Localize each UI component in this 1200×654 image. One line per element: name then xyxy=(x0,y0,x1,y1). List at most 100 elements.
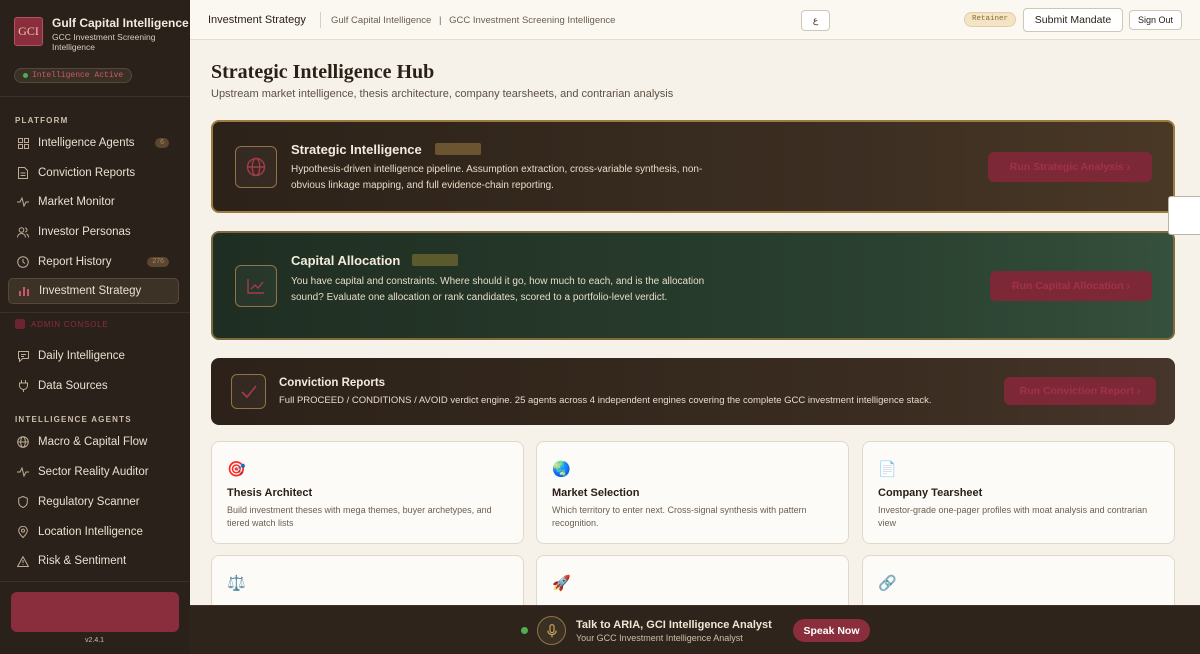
run-strategic-analysis-button[interactable]: Run Strategic Analysis › xyxy=(988,152,1152,182)
brand-name: Gulf Capital Intelligence xyxy=(52,16,189,30)
tool-card[interactable]: ⚖️ xyxy=(211,555,524,605)
sidebar-item-report-history[interactable]: Report History 276 xyxy=(8,249,179,275)
sidebar-divider xyxy=(0,312,190,313)
hero-description: Full PROCEED / CONDITIONS / AVOID verdic… xyxy=(279,395,932,406)
hero-description: Hypothesis-driven intelligence pipeline.… xyxy=(291,164,703,191)
globe-icon: 🌏 xyxy=(552,461,571,478)
sidebar-item-intelligence-agents[interactable]: Intelligence Agents 6 xyxy=(8,130,179,156)
capital-allocation-card[interactable]: Capital Allocation You have capital and … xyxy=(211,231,1175,340)
shield-icon xyxy=(17,496,29,508)
sidebar-item-regulatory-scanner[interactable]: Regulatory Scanner xyxy=(8,489,179,515)
card-description: Which territory to enter next. Cross-sig… xyxy=(552,505,807,528)
brand[interactable]: GCI Gulf Capital Intelligence GCC Invest… xyxy=(14,17,189,52)
hero-title: Strategic Intelligence xyxy=(291,142,422,157)
sidebar-item-daily-intelligence[interactable]: Daily Intelligence xyxy=(8,343,179,369)
main-content: Strategic Intelligence Hub Upstream mark… xyxy=(190,41,1200,605)
sidebar-item-label: Market Monitor xyxy=(38,196,115,208)
scales-icon: ⚖️ xyxy=(227,575,246,592)
sidebar-item-label: Sector Reality Auditor xyxy=(38,466,149,478)
document-icon: 📄 xyxy=(878,461,897,478)
card-title: Thesis Architect xyxy=(227,487,313,499)
section-label-agents: INTELLIGENCE AGENTS xyxy=(15,415,132,424)
message-icon xyxy=(17,350,29,362)
sidebar-item-label: Risk & Sentiment xyxy=(38,555,127,567)
sidebar-item-label: Investment Strategy xyxy=(39,285,142,297)
status-badge: Intelligence Active xyxy=(14,68,133,83)
tool-card[interactable]: 🚀 xyxy=(536,555,849,605)
breadcrumb: Gulf Capital Intelligence | GCC Investme… xyxy=(331,15,615,26)
admin-icon xyxy=(15,319,25,329)
sidebar-item-label: Regulatory Scanner xyxy=(38,496,140,508)
admin-console-link[interactable]: ADMIN CONSOLE xyxy=(15,319,109,329)
online-indicator xyxy=(521,627,528,634)
count-badge: 6 xyxy=(155,138,169,148)
breadcrumb-item[interactable]: GCC Investment Screening Intelligence xyxy=(449,15,615,26)
plug-icon xyxy=(17,380,29,392)
language-toggle-button[interactable]: ع xyxy=(801,10,830,31)
sidebar-item-label: Daily Intelligence xyxy=(38,350,125,362)
sidebar-item-risk-sentiment[interactable]: Risk & Sentiment xyxy=(8,548,179,574)
speak-now-button[interactable]: Speak Now xyxy=(793,619,870,642)
assistant-subtitle: Your GCC Investment Intelligence Analyst xyxy=(576,633,743,643)
sidebar-item-investor-personas[interactable]: Investor Personas xyxy=(8,219,179,245)
sidebar-item-location-intelligence[interactable]: Location Intelligence xyxy=(8,519,179,545)
market-selection-card[interactable]: 🌏 Market Selection Which territory to en… xyxy=(536,441,849,544)
microphone-icon[interactable] xyxy=(537,616,566,645)
warning-icon xyxy=(17,555,29,567)
pin-icon xyxy=(17,526,29,538)
sidebar-item-label: Conviction Reports xyxy=(38,167,136,179)
sidebar-item-label: Data Sources xyxy=(38,380,108,392)
sidebar-item-macro-capital-flow[interactable]: Macro & Capital Flow xyxy=(8,429,179,455)
grid-icon xyxy=(17,137,29,149)
card-title: Market Selection xyxy=(552,487,640,499)
sidebar-item-sector-reality-auditor[interactable]: Sector Reality Auditor xyxy=(8,459,179,485)
link-icon: 🔗 xyxy=(878,575,897,592)
document-icon xyxy=(17,167,29,179)
sidebar-item-conviction-reports[interactable]: Conviction Reports xyxy=(8,160,179,186)
topbar: Investment Strategy Gulf Capital Intelli… xyxy=(190,0,1200,40)
sidebar-item-label: Report History xyxy=(38,256,112,268)
strategic-intelligence-card[interactable]: Strategic Intelligence Hypothesis-driven… xyxy=(211,120,1175,213)
sidebar-item-data-sources[interactable]: Data Sources xyxy=(8,373,179,399)
status-text: Intelligence Active xyxy=(32,71,124,80)
page-title: Strategic Intelligence Hub xyxy=(211,61,435,83)
sidebar-item-market-monitor[interactable]: Market Monitor xyxy=(8,189,179,215)
run-capital-allocation-button[interactable]: Run Capital Allocation › xyxy=(990,271,1152,301)
rocket-icon: 🚀 xyxy=(552,575,571,592)
globe-icon xyxy=(235,146,277,188)
conviction-reports-card[interactable]: Conviction Reports Full PROCEED / CONDIT… xyxy=(211,358,1175,425)
status-dot xyxy=(23,73,28,78)
sidebar-divider xyxy=(0,581,190,582)
users-icon xyxy=(17,226,29,238)
brand-subtitle: GCC Investment Screening Intelligence xyxy=(52,32,156,52)
sidebar-cta-button[interactable] xyxy=(11,592,179,632)
count-badge: 276 xyxy=(147,257,169,267)
target-icon: 🎯 xyxy=(227,461,246,478)
topbar-divider xyxy=(320,12,321,28)
sign-out-button[interactable]: Sign Out xyxy=(1129,10,1182,30)
assistant-bar: Talk to ARIA, GCI Intelligence Analyst Y… xyxy=(190,605,1200,654)
thesis-architect-card[interactable]: 🎯 Thesis Architect Build investment thes… xyxy=(211,441,524,544)
tool-card[interactable]: 🔗 xyxy=(862,555,1175,605)
side-panel-tab[interactable] xyxy=(1168,196,1200,235)
brand-logo: GCI xyxy=(14,17,43,46)
hero-description: You have capital and constraints. Where … xyxy=(291,276,705,303)
breadcrumb-separator: | xyxy=(438,15,442,26)
clock-icon xyxy=(17,256,29,268)
plan-badge: Retainer xyxy=(964,12,1017,27)
card-description: Investor-grade one-pager profiles with m… xyxy=(878,505,1148,528)
page-subtitle: Upstream market intelligence, thesis arc… xyxy=(211,88,674,100)
card-title: Company Tearsheet xyxy=(878,487,983,499)
version-label: v2.4.1 xyxy=(85,637,105,644)
hero-tag xyxy=(412,254,458,266)
company-tearsheet-card[interactable]: 📄 Company Tearsheet Investor-grade one-p… xyxy=(862,441,1175,544)
sidebar-item-investment-strategy[interactable]: Investment Strategy xyxy=(8,278,179,304)
breadcrumb-item[interactable]: Gulf Capital Intelligence xyxy=(331,15,431,26)
section-label-platform: PLATFORM xyxy=(15,116,69,125)
activity-icon xyxy=(17,196,29,208)
admin-console-label: ADMIN CONSOLE xyxy=(31,319,109,329)
run-conviction-report-button[interactable]: Run Conviction Report › xyxy=(1004,377,1156,405)
submit-mandate-button[interactable]: Submit Mandate xyxy=(1023,8,1123,32)
hero-tag xyxy=(435,143,481,155)
hero-title: Conviction Reports xyxy=(279,377,386,389)
